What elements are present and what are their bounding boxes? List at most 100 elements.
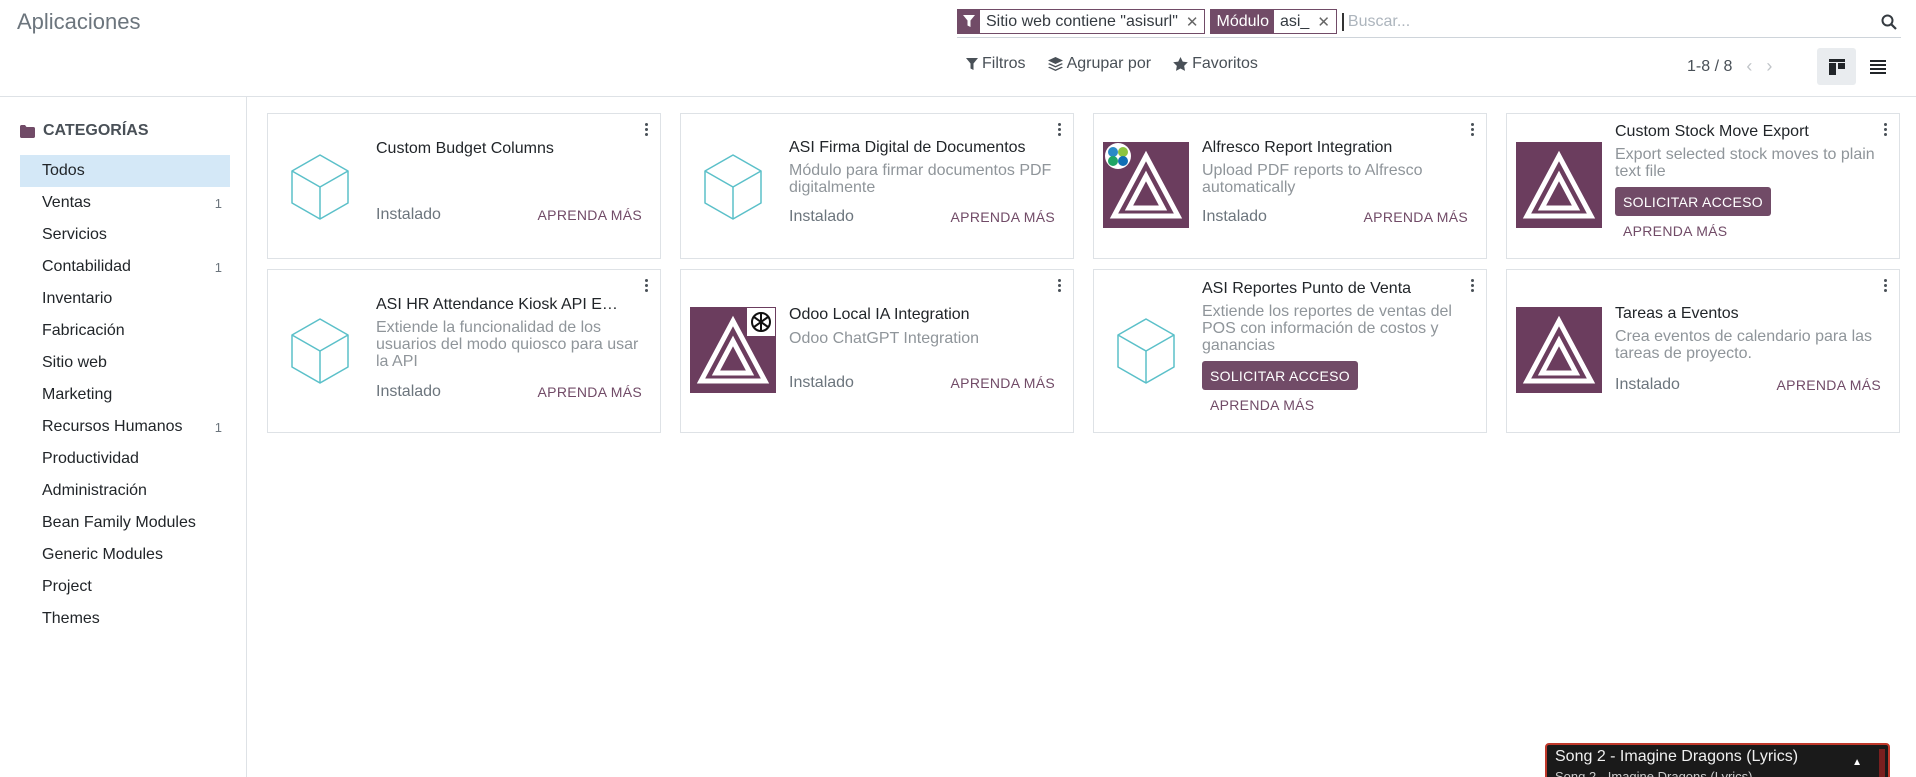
filters-button[interactable]: Filtros [966, 55, 1026, 73]
category-item-generic-modules[interactable]: Generic Modules [20, 539, 230, 571]
asi-logo-openai-icon [690, 307, 776, 393]
folder-icon [20, 124, 35, 138]
app-description: Extiende la funcionalidad de los usuario… [376, 319, 639, 370]
app-description: Extiende los reportes de ventas del POS … [1202, 303, 1452, 354]
learn-more-link[interactable]: APRENDA MÁS [951, 375, 1055, 391]
chevron-right-icon[interactable]: › [1766, 56, 1772, 77]
app-card[interactable]: Odoo Local IA Integration Odoo ChatGPT I… [680, 269, 1074, 433]
search-options: Filtros Agrupar por Favoritos [966, 55, 1258, 73]
category-item-administracion[interactable]: Administración [20, 475, 230, 507]
category-item-bean-family-modules[interactable]: Bean Family Modules [20, 507, 230, 539]
category-item-project[interactable]: Project [20, 571, 230, 603]
category-label: Todos [42, 162, 85, 179]
app-title: Custom Budget Columns [376, 140, 554, 157]
category-label: Fabricación [42, 322, 125, 339]
category-item-recursos-humanos[interactable]: Recursos Humanos 1 [20, 411, 230, 443]
category-item-inventario[interactable]: Inventario [20, 283, 230, 315]
list-view-button[interactable] [1858, 48, 1897, 85]
app-card[interactable]: Custom Budget Columns Instalado APRENDA … [267, 113, 661, 259]
search-facet-value: Sitio web contiene "asisurl" [980, 10, 1184, 33]
pager-value[interactable]: 1-8 / 8 [1687, 58, 1732, 76]
app-description: Crea eventos de calendario para las tare… [1615, 328, 1873, 362]
app-description: Módulo para firmar documentos PDF digita… [789, 162, 1052, 196]
category-item-marketing[interactable]: Marketing [20, 379, 230, 411]
song-subtitle: Song 2 - Imagine Dragons (Lyrics) [1555, 769, 1753, 777]
search-facet-label: Módulo [1211, 10, 1274, 33]
app-status: Instalado [789, 374, 854, 391]
category-label: Recursos Humanos [42, 418, 183, 435]
music-player-widget[interactable]: Song 2 - Imagine Dragons (Lyrics) Song 2… [1545, 743, 1890, 777]
cube-icon [291, 154, 349, 220]
kebab-menu-icon[interactable] [1053, 120, 1065, 138]
category-item-fabricacion[interactable]: Fabricación [20, 315, 230, 347]
app-card[interactable]: ASI Reportes Punto de Venta Extiende los… [1093, 269, 1487, 433]
category-item-productividad[interactable]: Productividad [20, 443, 230, 475]
category-item-servicios[interactable]: Servicios [20, 219, 230, 251]
category-label: Inventario [42, 290, 113, 307]
learn-more-link[interactable]: APRENDA MÁS [1623, 223, 1727, 239]
filter-icon [966, 57, 978, 70]
chevron-left-icon[interactable]: ‹ [1746, 56, 1752, 77]
search-facet-module[interactable]: Módulo asi_ ✕ [1210, 9, 1337, 34]
category-label: Project [42, 578, 92, 595]
kebab-menu-icon[interactable] [640, 120, 652, 138]
cube-icon [291, 318, 349, 384]
app-card[interactable]: ASI HR Attendance Kiosk API E… Extiende … [267, 269, 661, 433]
category-item-sitio-web[interactable]: Sitio web [20, 347, 230, 379]
filter-icon [958, 10, 980, 33]
groupby-button[interactable]: Agrupar por [1047, 55, 1152, 73]
kebab-menu-icon[interactable] [640, 276, 652, 294]
request-access-button[interactable]: SOLICITAR ACCESO [1615, 187, 1771, 216]
groupby-label: Agrupar por [1066, 55, 1152, 72]
asi-logo-icon [1516, 307, 1602, 393]
asi-logo-alfresco-icon [1103, 142, 1189, 228]
close-icon[interactable]: ✕ [1183, 10, 1205, 33]
category-count: 1 [214, 419, 222, 435]
learn-more-link[interactable]: APRENDA MÁS [538, 384, 642, 400]
category-item-contabilidad[interactable]: Contabilidad 1 [20, 251, 230, 283]
app-title: ASI HR Attendance Kiosk API E… [376, 296, 618, 313]
app-card[interactable]: Alfresco Report Integration Upload PDF r… [1093, 113, 1487, 259]
caret-up-icon[interactable]: ▲ [1852, 757, 1862, 768]
app-status: Instalado [789, 208, 854, 225]
cube-icon [704, 154, 762, 220]
filters-label: Filtros [982, 55, 1026, 72]
search-facet-website[interactable]: Sitio web contiene "asisurl" ✕ [957, 9, 1206, 34]
control-panel: Aplicaciones Sitio web contiene "asisurl… [0, 0, 1916, 97]
app-card[interactable]: Custom Stock Move Export Export selected… [1506, 113, 1900, 259]
favorites-button[interactable]: Favoritos [1173, 55, 1258, 73]
search-icon[interactable] [1877, 10, 1901, 34]
category-item-themes[interactable]: Themes [20, 603, 230, 635]
scrollbar[interactable] [1879, 749, 1885, 777]
app-title: Odoo Local IA Integration [789, 306, 970, 323]
search-facet-value: asi_ [1273, 10, 1316, 33]
category-count: 1 [214, 195, 222, 211]
app-status: Instalado [376, 383, 441, 400]
learn-more-link[interactable]: APRENDA MÁS [1210, 397, 1314, 413]
category-item-todos[interactable]: Todos [20, 155, 230, 187]
kanban-view-button[interactable] [1817, 48, 1856, 85]
kebab-menu-icon[interactable] [1879, 120, 1891, 138]
category-item-ventas[interactable]: Ventas 1 [20, 187, 230, 219]
view-switcher [1817, 48, 1897, 85]
app-title: Tareas a Eventos [1615, 305, 1739, 322]
kebab-menu-icon[interactable] [1879, 276, 1891, 294]
learn-more-link[interactable]: APRENDA MÁS [951, 209, 1055, 225]
request-access-button[interactable]: SOLICITAR ACCESO [1202, 361, 1358, 390]
category-list: Todos Ventas 1 Servicios Contabilidad 1 In… [20, 155, 230, 635]
search-input[interactable] [1341, 12, 1877, 31]
category-header: CATEGORÍAS [20, 122, 148, 140]
app-card[interactable]: ASI Firma Digital de Documentos Módulo p… [680, 113, 1074, 259]
pager: 1-8 / 8 ‹ › [1687, 56, 1772, 77]
kebab-menu-icon[interactable] [1466, 276, 1478, 294]
category-label: Sitio web [42, 354, 107, 371]
close-icon[interactable]: ✕ [1315, 10, 1336, 33]
app-description: Upload PDF reports to Alfresco automatic… [1202, 162, 1423, 196]
kebab-menu-icon[interactable] [1053, 276, 1065, 294]
song-title: Song 2 - Imagine Dragons (Lyrics) [1555, 748, 1799, 765]
kebab-menu-icon[interactable] [1466, 120, 1478, 138]
learn-more-link[interactable]: APRENDA MÁS [1364, 209, 1468, 225]
app-card[interactable]: Tareas a Eventos Crea eventos de calenda… [1506, 269, 1900, 433]
learn-more-link[interactable]: APRENDA MÁS [538, 207, 642, 223]
learn-more-link[interactable]: APRENDA MÁS [1777, 377, 1881, 393]
